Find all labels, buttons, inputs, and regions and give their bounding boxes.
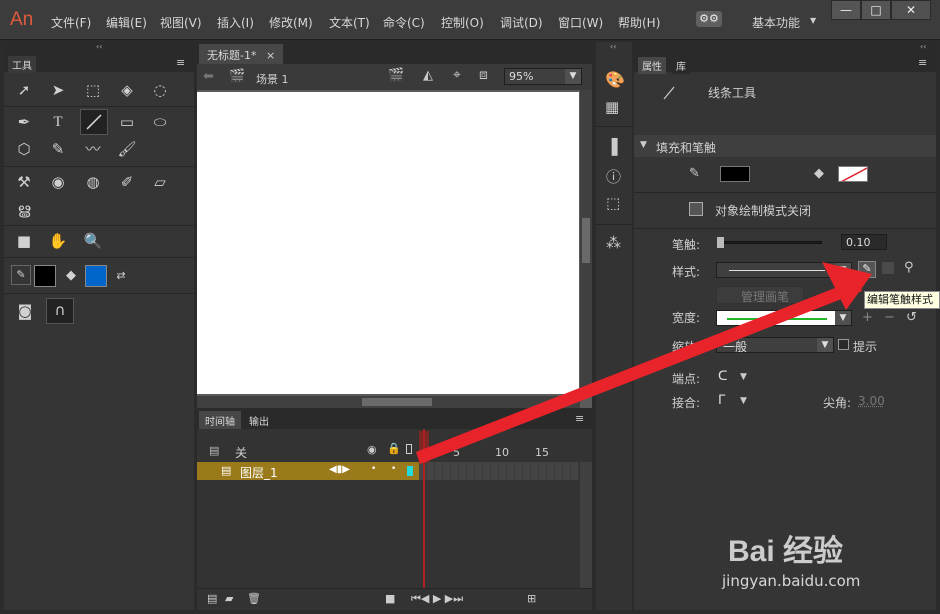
annotation-arrow	[416, 262, 872, 464]
watermark-brand: Bai 经验	[728, 535, 844, 568]
watermark-url: jingyan.baidu.com	[722, 572, 861, 590]
annotation-arrow-shaft	[416, 279, 862, 464]
